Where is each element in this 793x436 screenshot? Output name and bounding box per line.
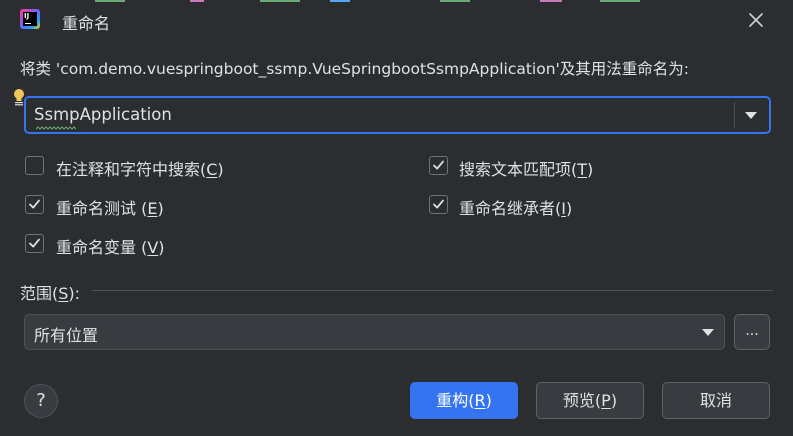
spelling-squiggle bbox=[36, 126, 76, 130]
scope-selected-value: 所有位置 bbox=[34, 326, 99, 345]
cancel-button[interactable]: 取消 bbox=[662, 382, 770, 419]
dialog-title: 重命名 bbox=[62, 14, 111, 33]
checkmark-icon bbox=[29, 199, 40, 209]
chevron-down-icon[interactable] bbox=[745, 112, 757, 119]
search-comments-label: 在注释和字符中搜索(C) bbox=[56, 160, 224, 179]
rename-inheritors-label: 重命名继承者(I) bbox=[459, 199, 573, 218]
rename-variables-label: 重命名变量 (V) bbox=[56, 238, 165, 257]
dropdown-separator bbox=[734, 102, 735, 128]
search-comments-checkbox[interactable] bbox=[25, 156, 44, 175]
scope-more-button[interactable]: ... bbox=[734, 314, 770, 350]
search-text-label: 搜索文本匹配项(T) bbox=[459, 160, 594, 179]
intellij-logo-icon: IJ bbox=[20, 9, 40, 29]
rename-prompt: 将类 'com.demo.vuespringboot_ssmp.VueSprin… bbox=[20, 60, 690, 78]
scope-label: 范围(S): bbox=[20, 284, 81, 303]
rename-inheritors-checkbox[interactable] bbox=[429, 195, 448, 214]
close-icon[interactable] bbox=[746, 10, 766, 30]
checkmark-icon bbox=[433, 199, 444, 209]
checkmark-icon bbox=[433, 160, 444, 170]
search-text-checkbox[interactable] bbox=[429, 156, 448, 175]
new-name-input[interactable]: SsmpApplication bbox=[24, 96, 771, 134]
new-name-value: SsmpApplication bbox=[34, 105, 172, 124]
chevron-down-icon bbox=[702, 329, 714, 336]
scope-divider bbox=[92, 290, 773, 291]
help-button[interactable]: ? bbox=[24, 384, 58, 418]
rename-tests-checkbox[interactable] bbox=[25, 195, 44, 214]
scope-select[interactable]: 所有位置 bbox=[24, 314, 725, 350]
refactor-button[interactable]: 重构(R) bbox=[410, 382, 518, 419]
rename-variables-checkbox[interactable] bbox=[25, 234, 44, 253]
checkmark-icon bbox=[29, 238, 40, 248]
rename-tests-label: 重命名测试 (E) bbox=[56, 199, 164, 218]
editor-color-strip bbox=[0, 0, 793, 2]
preview-button[interactable]: 预览(P) bbox=[536, 382, 644, 419]
